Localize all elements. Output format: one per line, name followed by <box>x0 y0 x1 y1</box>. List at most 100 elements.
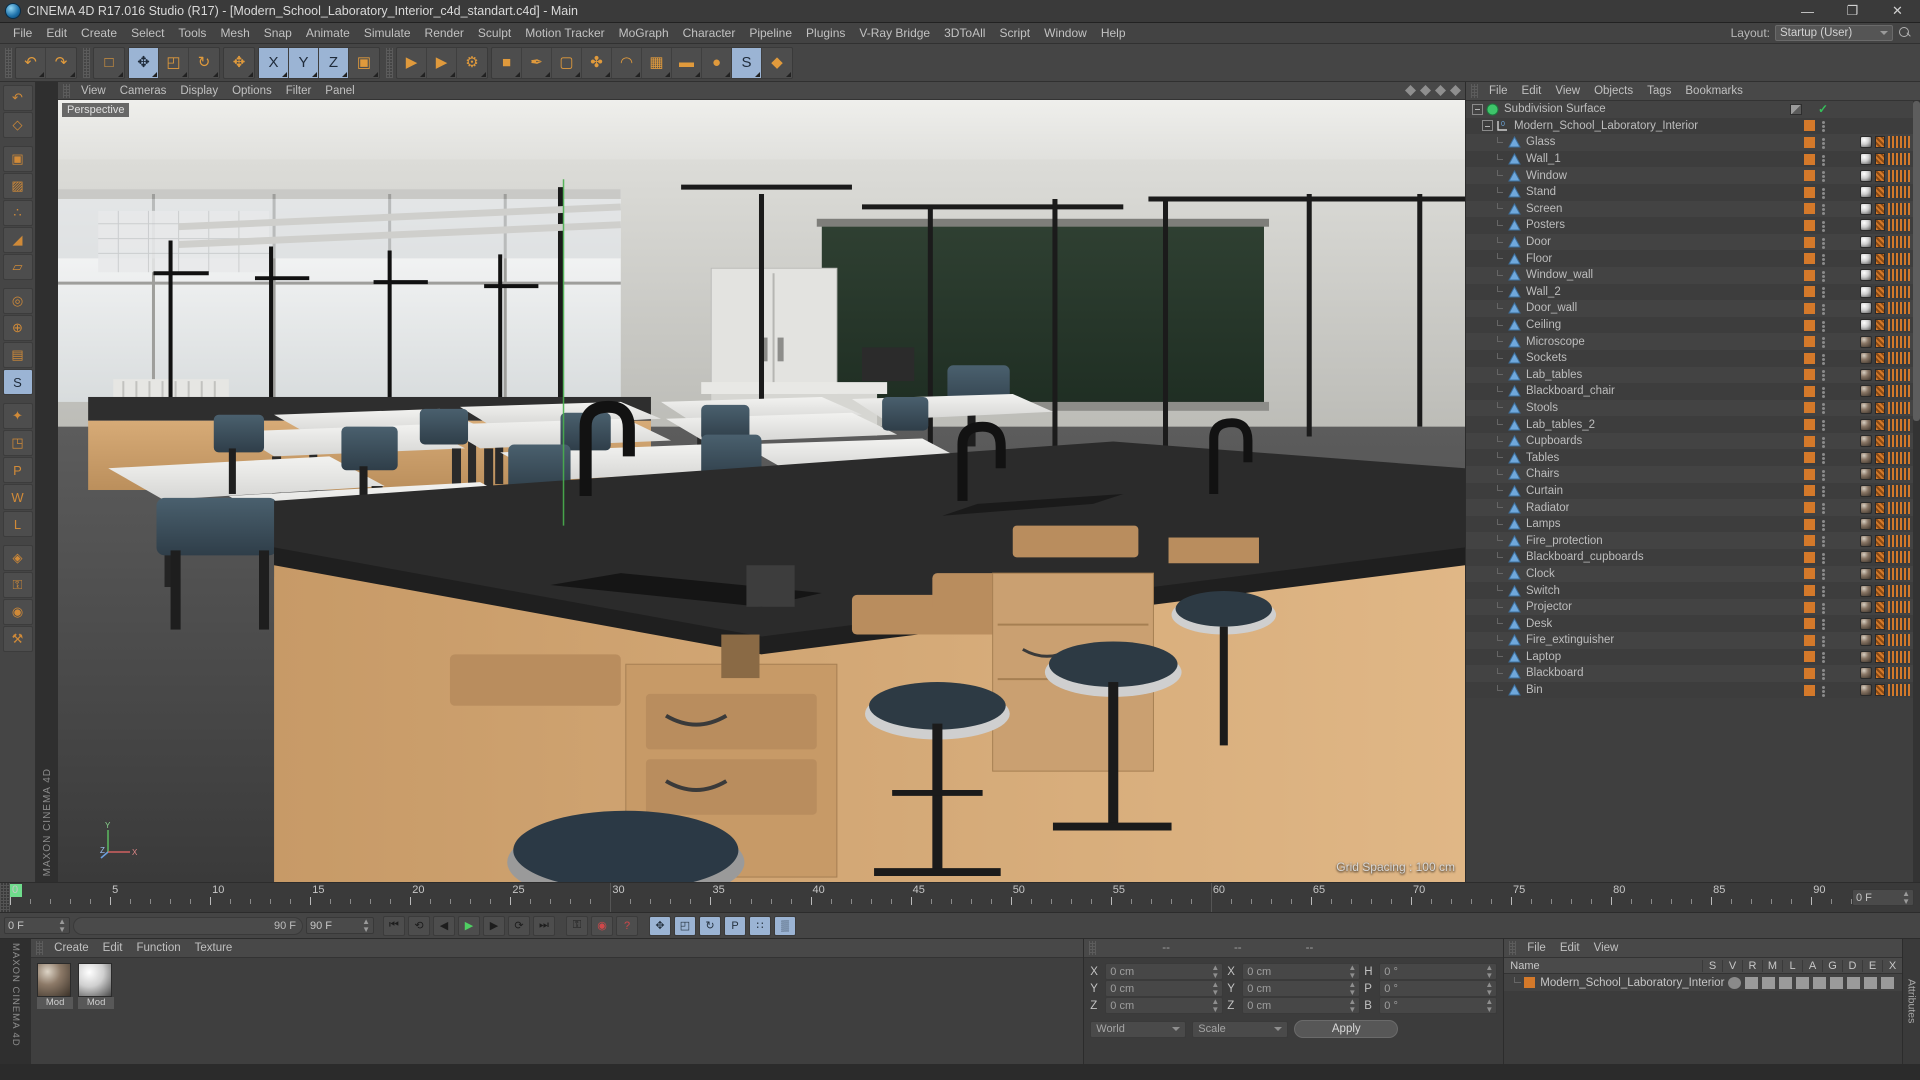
null-tag-icon[interactable] <box>1804 684 1815 696</box>
python-script-button[interactable]: ◆ <box>762 48 792 78</box>
toolbar-grip[interactable] <box>5 47 12 78</box>
texture-tag-icon[interactable] <box>1875 401 1885 414</box>
dots-icon[interactable] <box>1820 519 1828 530</box>
material-preview-icon[interactable] <box>1860 252 1872 265</box>
button-dropdown-corner-icon[interactable] <box>605 71 610 77</box>
edge-snap-button[interactable]: ◈ <box>2 545 33 571</box>
render-icon[interactable] <box>1762 976 1776 989</box>
material-preview-icon[interactable] <box>1860 551 1872 564</box>
tag-strip-icon[interactable] <box>1888 352 1910 365</box>
tag-strip-icon[interactable] <box>1888 650 1910 663</box>
redo-button[interactable]: ↷ <box>46 48 76 78</box>
lock-button[interactable]: ⚿ <box>2 572 33 598</box>
texture-tag-icon[interactable] <box>1875 484 1885 497</box>
minimize-button[interactable]: — <box>1785 0 1830 22</box>
structure-column-name[interactable]: Name <box>1504 960 1702 972</box>
timeline-grip[interactable] <box>0 883 10 912</box>
menu-file[interactable]: File <box>6 24 39 42</box>
tag-strip-icon[interactable] <box>1888 186 1910 199</box>
material-swatch-list[interactable]: Mod Mod <box>31 958 1084 1064</box>
tag-strip-icon[interactable] <box>1888 567 1910 580</box>
object-row[interactable]: Lamps <box>1466 515 1920 533</box>
point-level-animation-button[interactable]: ∷ <box>749 915 771 936</box>
material-preview-icon[interactable] <box>1860 518 1872 531</box>
tag-strip-icon[interactable] <box>1888 285 1910 298</box>
texture-tag-icon[interactable] <box>1875 501 1885 514</box>
null-tag-icon[interactable] <box>1804 667 1815 679</box>
timeline-button[interactable]: ▒ <box>774 915 796 936</box>
parameter-key-button[interactable]: P <box>724 915 746 936</box>
texture-tag-icon[interactable] <box>1875 385 1885 398</box>
menu-3dtoall[interactable]: 3DToAll <box>937 24 992 42</box>
dots-icon[interactable] <box>1820 668 1828 679</box>
tag-strip-icon[interactable] <box>1888 534 1910 547</box>
texture-tag-icon[interactable] <box>1875 169 1885 182</box>
deformer-icon[interactable] <box>1847 976 1861 989</box>
material-menu-edit[interactable]: Edit <box>96 941 130 955</box>
structure-column-d[interactable]: D <box>1842 959 1862 972</box>
dots-icon[interactable] <box>1820 618 1828 629</box>
material-preview-icon[interactable] <box>1860 285 1872 298</box>
texture-tag-icon[interactable] <box>1875 319 1885 332</box>
object-row[interactable]: Window <box>1466 167 1920 184</box>
dots-icon[interactable] <box>1820 386 1828 397</box>
tag-strip-icon[interactable] <box>1888 617 1910 630</box>
object-row[interactable]: Desk <box>1466 615 1920 632</box>
object-row[interactable]: Stools <box>1466 399 1920 417</box>
material-menu-texture[interactable]: Texture <box>188 941 240 955</box>
texture-tag-icon[interactable] <box>1875 252 1885 265</box>
structure-column-e[interactable]: E <box>1862 959 1882 972</box>
null-tag-icon[interactable] <box>1804 203 1815 215</box>
dots-icon[interactable] <box>1820 253 1828 264</box>
null-tag-icon[interactable] <box>1804 219 1815 231</box>
dots-icon[interactable] <box>1820 602 1828 613</box>
plugin-button[interactable]: ⚒ <box>2 626 33 652</box>
bend-deformer-button[interactable]: ◠ <box>612 47 642 78</box>
structure-column-s[interactable]: S <box>1702 959 1722 972</box>
dots-icon[interactable] <box>1820 552 1828 563</box>
null-tag-icon[interactable] <box>1804 253 1815 265</box>
menu-snap[interactable]: Snap <box>257 24 299 42</box>
xpresso-icon[interactable] <box>1881 976 1895 989</box>
add-cube-button[interactable]: ■ <box>492 47 522 78</box>
spinner-icon[interactable]: ▲ ▼ <box>1485 997 1493 1014</box>
add-light-button[interactable]: ● <box>702 47 732 78</box>
material-preview-icon[interactable] <box>37 963 72 997</box>
material-preview-icon[interactable] <box>1860 153 1872 166</box>
object-row[interactable]: Glass <box>1466 134 1920 151</box>
object-row-group[interactable]: 0 Modern_School_Laboratory_Interior <box>1466 117 1920 135</box>
texture-tag-icon[interactable] <box>1875 567 1885 580</box>
object-row[interactable]: Ceiling <box>1466 316 1920 334</box>
material-preview-icon[interactable] <box>1860 401 1872 414</box>
button-dropdown-corner-icon[interactable] <box>450 71 455 77</box>
tag-strip-icon[interactable] <box>1888 302 1910 315</box>
material-swatch[interactable]: Mod <box>37 963 74 1064</box>
position-key-button[interactable]: ✥ <box>649 915 671 936</box>
coordinate-mode-select[interactable]: Scale <box>1192 1020 1289 1038</box>
move-tool-button[interactable]: ✥ <box>129 47 159 78</box>
object-row[interactable]: Projector <box>1466 598 1920 616</box>
viewport-menu-panel[interactable]: Panel <box>318 84 361 98</box>
null-tag-icon[interactable] <box>1804 535 1815 547</box>
dots-icon[interactable] <box>1820 203 1828 214</box>
null-tag-icon[interactable] <box>1804 319 1815 331</box>
viewport-menu-display[interactable]: Display <box>173 84 225 98</box>
object-row[interactable]: Blackboard_chair <box>1466 383 1920 400</box>
scrollbar-thumb[interactable] <box>1913 101 1920 421</box>
tag-strip-icon[interactable] <box>1888 401 1910 414</box>
object-manager-menu-view[interactable]: View <box>1548 84 1587 98</box>
object-row[interactable]: Fire_extinguisher <box>1466 632 1920 649</box>
null-tag-icon[interactable] <box>1804 153 1815 165</box>
preview-range-bar[interactable]: 90 F <box>73 916 303 935</box>
viewport-move-icon[interactable] <box>1405 85 1416 96</box>
null-tag-icon[interactable] <box>1804 651 1815 663</box>
sketch-toon-button[interactable]: S <box>732 47 762 78</box>
object-row[interactable]: Curtain <box>1466 482 1920 500</box>
button-dropdown-corner-icon[interactable] <box>665 71 670 77</box>
spinner-icon[interactable]: ▲ ▼ <box>58 917 66 934</box>
texture-tag-icon[interactable] <box>1875 186 1885 199</box>
material-preview-icon[interactable] <box>1860 650 1872 663</box>
menu-plugins[interactable]: Plugins <box>799 24 852 42</box>
texture-tag-icon[interactable] <box>1875 667 1885 680</box>
structure-column-v[interactable]: V <box>1722 959 1742 972</box>
